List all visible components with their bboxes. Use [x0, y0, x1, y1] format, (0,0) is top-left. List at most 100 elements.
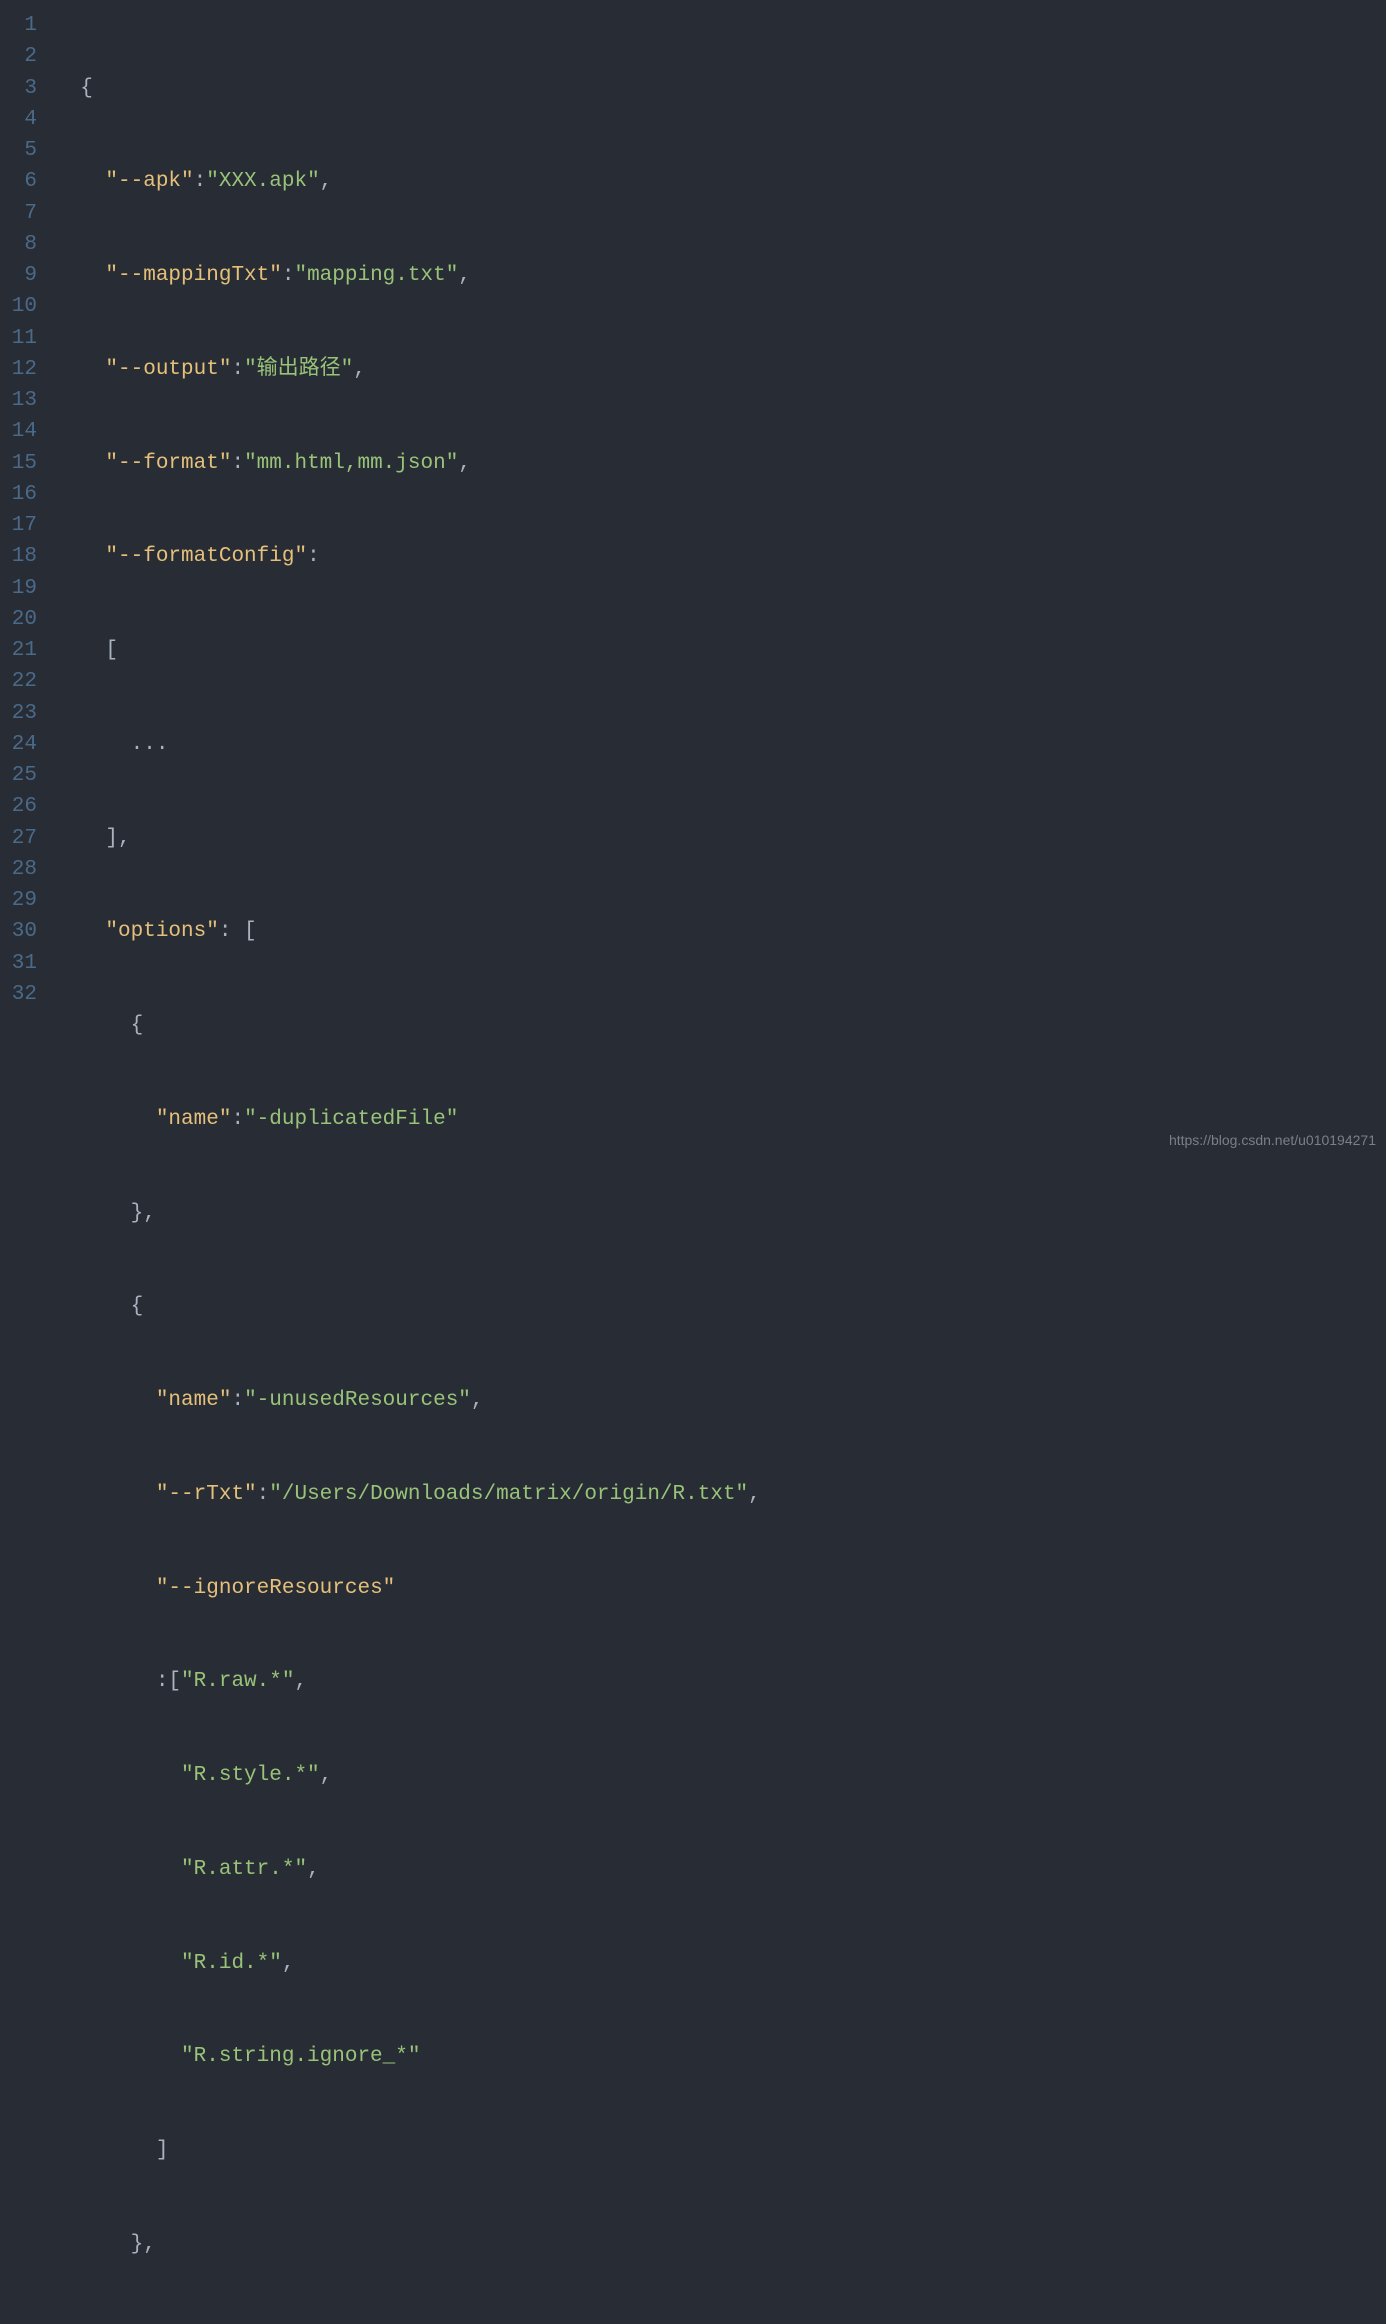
code-line: "--format":"mm.html,mm.json",: [55, 448, 1386, 479]
line-number: 32: [0, 979, 37, 1010]
json-string: "R.string.ignore_*": [181, 2045, 420, 2068]
comma: ,: [748, 1483, 761, 1506]
bracket-close: ]: [156, 2139, 169, 2162]
json-string: "mm.html,mm.json": [244, 452, 458, 475]
comma: ,: [320, 1764, 333, 1787]
line-number: 23: [0, 698, 37, 729]
code-line: "--apk":"XXX.apk",: [55, 166, 1386, 197]
brace-open: {: [131, 1014, 144, 1037]
code-line: {: [55, 1010, 1386, 1041]
code-line: ]: [55, 2135, 1386, 2166]
code-line: "R.id.*",: [55, 1948, 1386, 1979]
code-line: },: [55, 1198, 1386, 1229]
json-string: "/Users/Downloads/matrix/origin/R.txt": [269, 1483, 748, 1506]
json-string: "mapping.txt": [294, 264, 458, 287]
line-number: 14: [0, 416, 37, 447]
line-number: 3: [0, 73, 37, 104]
code-line: [: [55, 635, 1386, 666]
json-string: "输出路径": [244, 358, 353, 381]
colon-bracket: : [: [219, 920, 257, 943]
code-line: {: [55, 73, 1386, 104]
line-number: 24: [0, 729, 37, 760]
code-line: "--mappingTxt":"mapping.txt",: [55, 260, 1386, 291]
code-line: ...: [55, 729, 1386, 760]
json-string: "R.id.*": [181, 1952, 282, 1975]
colon: :: [231, 452, 244, 475]
json-key: "name": [156, 1108, 232, 1131]
code-line: "options": [: [55, 916, 1386, 947]
json-key: "--rTxt": [156, 1483, 257, 1506]
json-key: "--output": [105, 358, 231, 381]
code-line: :["R.raw.*",: [55, 1666, 1386, 1697]
line-number: 19: [0, 573, 37, 604]
json-key: "--apk": [105, 170, 193, 193]
comma: ,: [353, 358, 366, 381]
line-number: 9: [0, 260, 37, 291]
line-number: 13: [0, 385, 37, 416]
json-key: "--formatConfig": [105, 545, 307, 568]
code-line: "R.style.*",: [55, 1760, 1386, 1791]
json-string: "-unusedResources": [244, 1389, 471, 1412]
line-number: 17: [0, 510, 37, 541]
code-line: "--ignoreResources": [55, 1573, 1386, 1604]
code-area[interactable]: { "--apk":"XXX.apk", "--mappingTxt":"map…: [55, 0, 1386, 1162]
colon: :: [231, 1108, 244, 1131]
code-line: {: [55, 1291, 1386, 1322]
colon: :: [282, 264, 295, 287]
code-line: ],: [55, 823, 1386, 854]
code-line: "--rTxt":"/Users/Downloads/matrix/origin…: [55, 1479, 1386, 1510]
brace-close: },: [131, 1202, 156, 1225]
json-key: "--format": [105, 452, 231, 475]
line-number: 29: [0, 885, 37, 916]
json-key: "name": [156, 1389, 232, 1412]
line-number: 18: [0, 541, 37, 572]
json-key: "options": [105, 920, 218, 943]
colon: :: [257, 1483, 270, 1506]
comma: ,: [307, 1858, 320, 1881]
comma: ,: [458, 452, 471, 475]
comma: ,: [471, 1389, 484, 1412]
line-number: 15: [0, 448, 37, 479]
line-number: 30: [0, 916, 37, 947]
code-line: "R.string.ignore_*": [55, 2041, 1386, 2072]
json-key: "--ignoreResources": [156, 1577, 395, 1600]
line-number: 27: [0, 823, 37, 854]
brace-open: {: [80, 77, 93, 100]
brace-close: },: [131, 2233, 156, 2256]
line-number: 26: [0, 791, 37, 822]
line-number-gutter: 1 2 3 4 5 6 7 8 9 10 11 12 13 14 15 16 1…: [0, 0, 55, 1162]
comma: ,: [458, 264, 471, 287]
ellipsis: ...: [131, 733, 169, 756]
line-number: 8: [0, 229, 37, 260]
code-line: },: [55, 2229, 1386, 2260]
line-number: 10: [0, 291, 37, 322]
watermark-text: https://blog.csdn.net/u010194271: [1169, 1125, 1376, 1156]
comma: ,: [294, 1670, 307, 1693]
line-number: 28: [0, 854, 37, 885]
line-number: 21: [0, 635, 37, 666]
line-number: 31: [0, 948, 37, 979]
json-string: "XXX.apk": [206, 170, 319, 193]
bracket-open: [: [105, 639, 118, 662]
comma: ,: [282, 1952, 295, 1975]
line-number: 11: [0, 323, 37, 354]
code-editor: 1 2 3 4 5 6 7 8 9 10 11 12 13 14 15 16 1…: [0, 0, 1386, 1162]
code-line: "--output":"输出路径",: [55, 354, 1386, 385]
code-line: "R.attr.*",: [55, 1854, 1386, 1885]
json-key: "--mappingTxt": [105, 264, 281, 287]
code-line: ...: [55, 2323, 1386, 2324]
line-number: 20: [0, 604, 37, 635]
json-string: "R.style.*": [181, 1764, 320, 1787]
json-string: "-duplicatedFile": [244, 1108, 458, 1131]
line-number: 7: [0, 198, 37, 229]
line-number: 16: [0, 479, 37, 510]
code-line: "--formatConfig":: [55, 541, 1386, 572]
line-number: 22: [0, 666, 37, 697]
colon: :: [231, 1389, 244, 1412]
brace-open: {: [131, 1295, 144, 1318]
line-number: 4: [0, 104, 37, 135]
colon: :: [307, 545, 320, 568]
comma: ,: [320, 170, 333, 193]
colon: :: [231, 358, 244, 381]
json-string: "R.raw.*": [181, 1670, 294, 1693]
